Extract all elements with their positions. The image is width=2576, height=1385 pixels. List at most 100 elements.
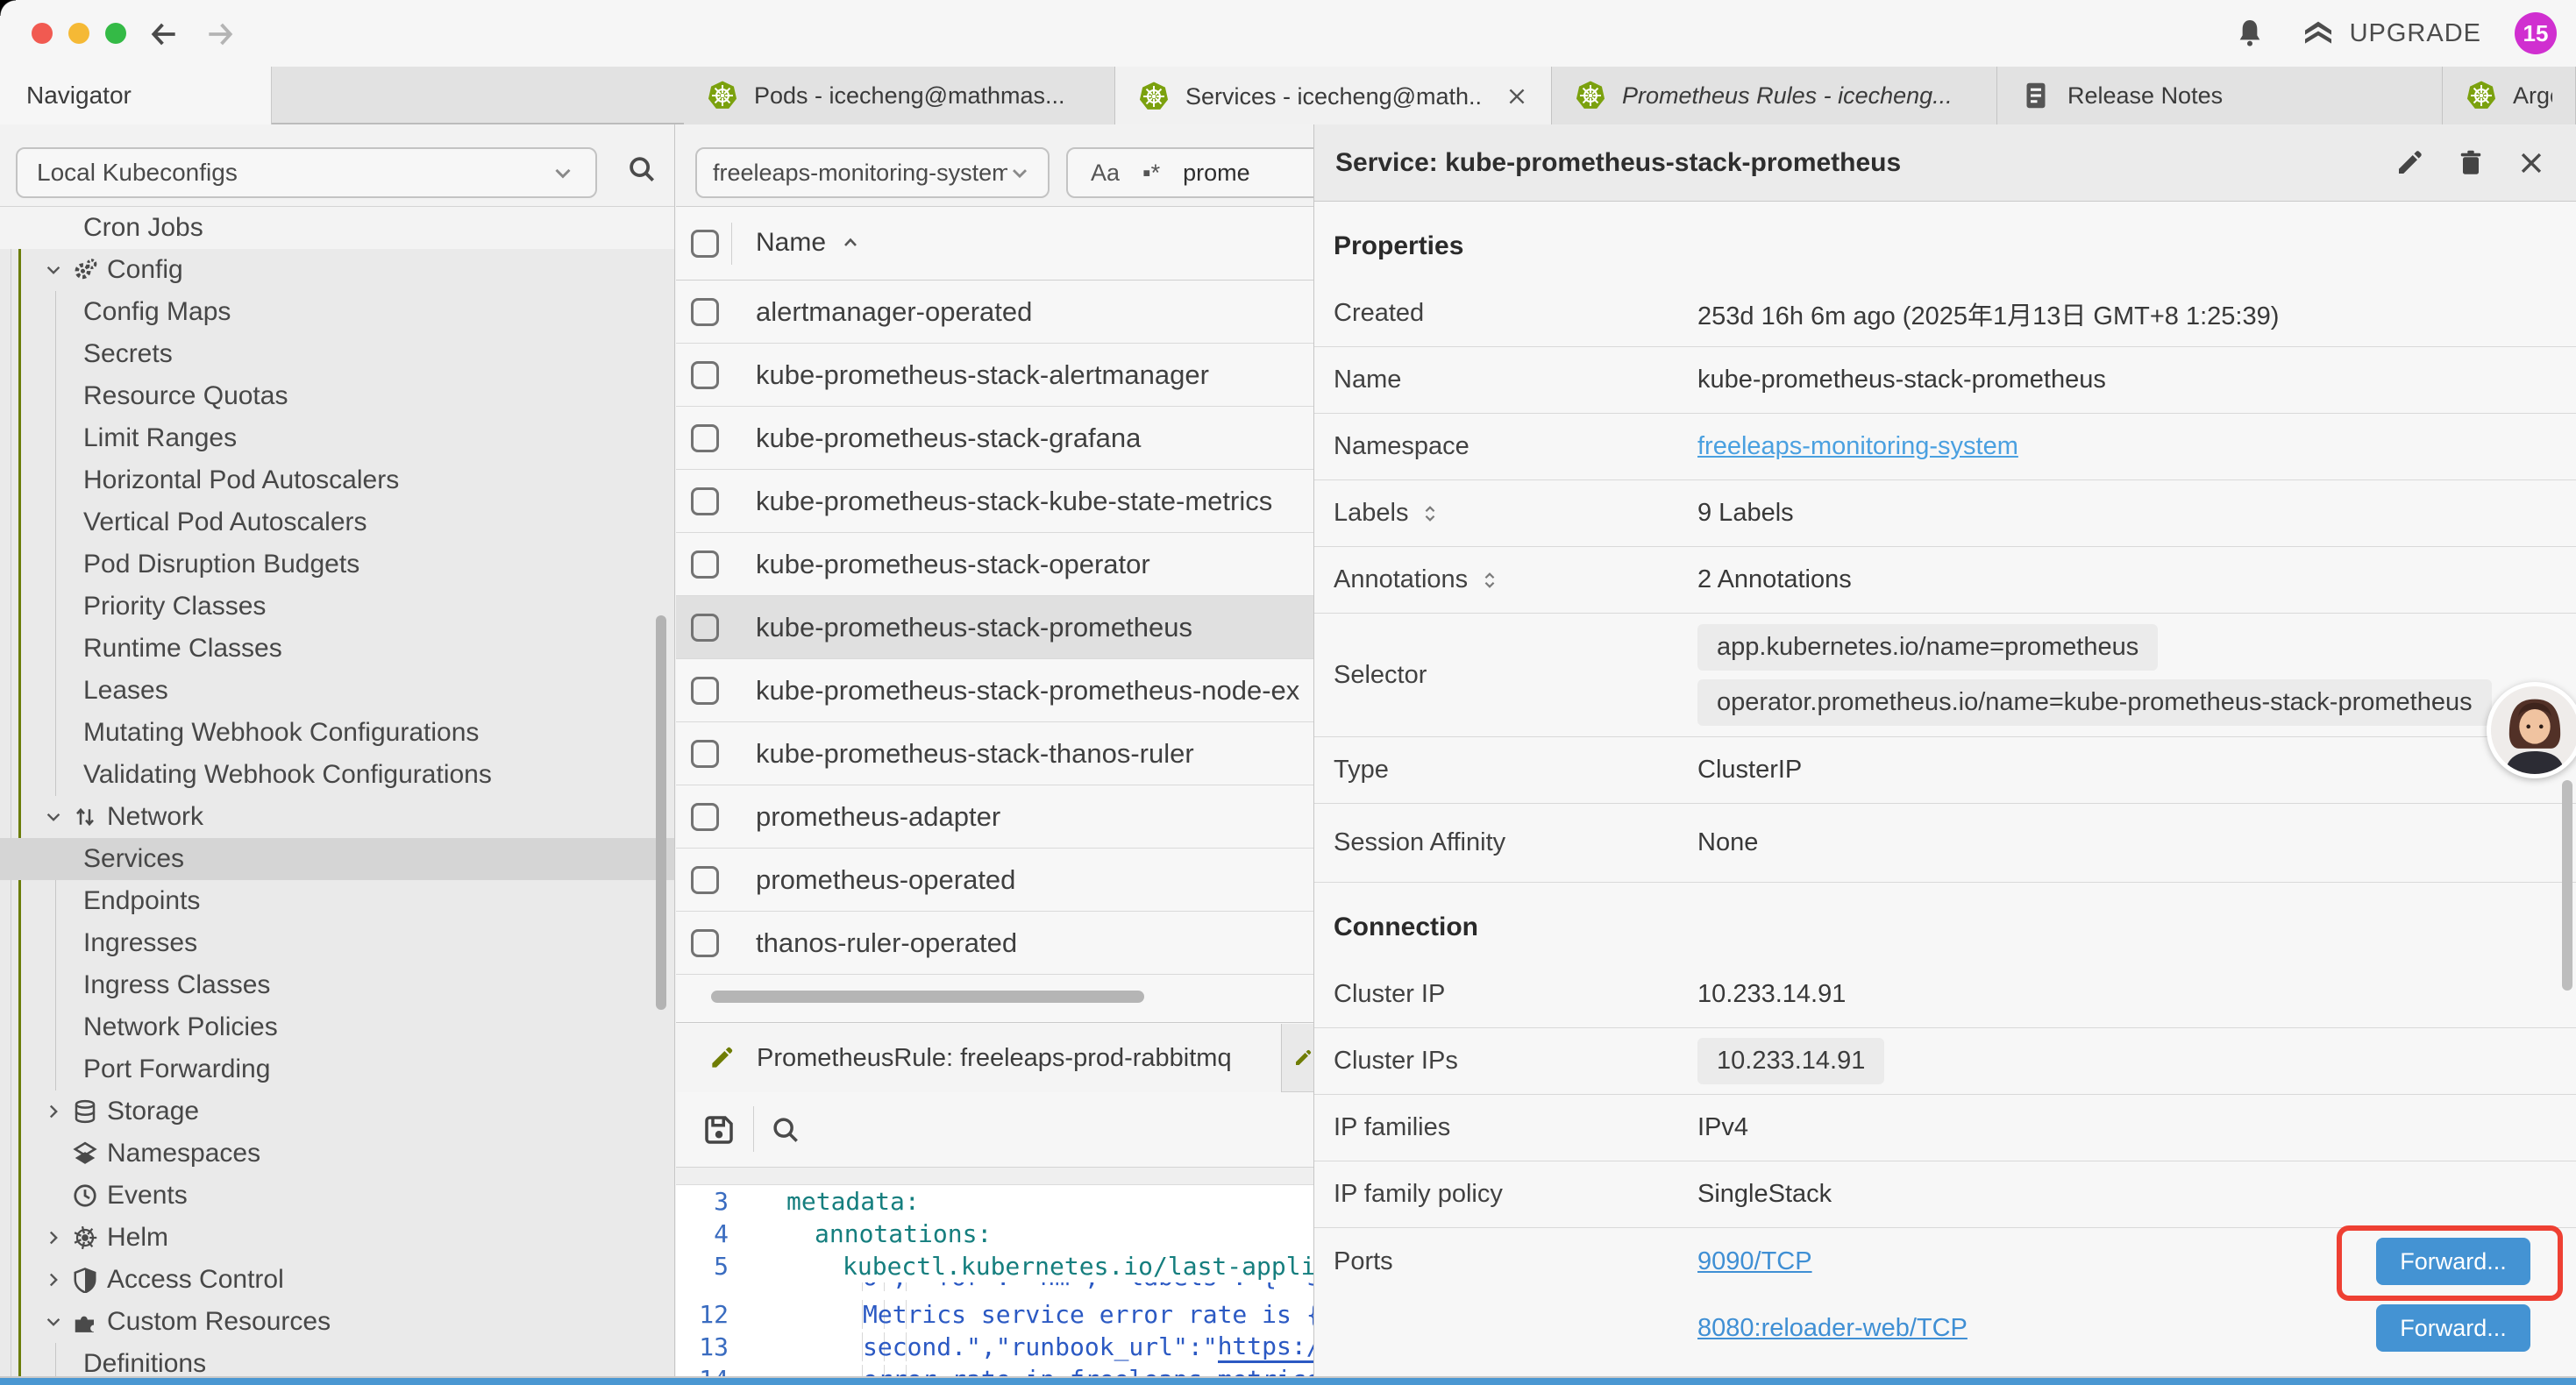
sidebar-item-resource-quotas[interactable]: Resource Quotas [0, 375, 674, 417]
chevron-right-icon[interactable] [44, 1228, 63, 1247]
kubeconfig-select[interactable]: Local Kubeconfigs [16, 147, 597, 198]
sidebar-search-icon[interactable] [625, 153, 658, 186]
editor-tab-next[interactable] [1282, 1024, 1313, 1091]
sidebar-item-config-maps[interactable]: Config Maps [0, 291, 674, 333]
table-row[interactable]: kube-prometheus-stack-kube-state-metrics [676, 470, 1313, 533]
sidebar-item-cron-jobs[interactable]: Cron Jobs [0, 207, 674, 249]
table-row[interactable]: kube-prometheus-stack-thanos-ruler [676, 722, 1313, 785]
tab-close-icon[interactable] [1505, 85, 1528, 108]
row-checkbox[interactable] [691, 424, 719, 452]
chevron-right-icon[interactable] [44, 1270, 63, 1289]
tab-pods-icecheng-mathmas[interactable]: Pods - icecheng@mathmas... [684, 67, 1115, 124]
yaml-editor[interactable]: 3metadata:4annotations:5kubectl.kubernet… [676, 1185, 1313, 1378]
table-row[interactable]: kube-prometheus-stack-grafana [676, 407, 1313, 470]
sidebar-item-network-policies[interactable]: Network Policies [0, 1006, 674, 1048]
sidebar-item-services[interactable]: Services [0, 838, 674, 880]
service-filter-input[interactable]: Aa ▪* prome [1066, 147, 1329, 198]
close-window-button[interactable] [32, 23, 53, 44]
sidebar-item-endpoints[interactable]: Endpoints [0, 880, 674, 922]
sidebar-item-pod-disruption-budgets[interactable]: Pod Disruption Budgets [0, 543, 674, 586]
save-icon[interactable] [701, 1112, 737, 1148]
row-checkbox[interactable] [691, 614, 719, 642]
table-row[interactable]: prometheus-adapter [676, 785, 1313, 849]
edit-pencil-icon[interactable] [2394, 147, 2425, 179]
tab-services-icecheng-math[interactable]: Services - icecheng@math... [1115, 67, 1552, 126]
sidebar-item-validating-webhook-configurations[interactable]: Validating Webhook Configurations [0, 754, 674, 796]
property-label: Created [1334, 299, 1697, 328]
chevron-down-icon[interactable] [44, 1312, 63, 1332]
match-case-toggle[interactable]: Aa [1091, 160, 1120, 187]
row-checkbox[interactable] [691, 866, 719, 894]
port-link[interactable]: 9090/TCP [1697, 1247, 1812, 1276]
namespace-link[interactable]: freeleaps-monitoring-system [1697, 432, 2018, 461]
table-row[interactable]: thanos-ruler-operated [676, 912, 1313, 975]
select-all-checkbox[interactable] [691, 230, 719, 258]
row-checkbox[interactable] [691, 803, 719, 831]
details-scrollbar[interactable] [2562, 780, 2572, 991]
editor-search-icon[interactable] [769, 1113, 802, 1147]
sidebar-item-secrets[interactable]: Secrets [0, 333, 674, 375]
sidebar-scrollbar[interactable] [656, 615, 666, 1010]
sidebar-item-access-control[interactable]: Access Control [0, 1259, 674, 1301]
notifications-bell-icon[interactable] [2232, 16, 2267, 51]
sidebar-item-runtime-classes[interactable]: Runtime Classes [0, 628, 674, 670]
sidebar-item-custom-resources[interactable]: Custom Resources [0, 1301, 674, 1343]
tab-prometheus-rules-icecheng[interactable]: Prometheus Rules - icecheng... [1552, 67, 1997, 124]
row-checkbox[interactable] [691, 298, 719, 326]
delete-trash-icon[interactable] [2455, 147, 2487, 179]
namespace-select[interactable]: freeleaps-monitoring-system [695, 147, 1050, 198]
close-icon[interactable] [2516, 148, 2546, 178]
sidebar-item-namespaces[interactable]: Namespaces [0, 1133, 674, 1175]
tab-navigator[interactable]: Navigator [0, 67, 272, 124]
forward-button[interactable]: Forward... [2376, 1304, 2530, 1352]
column-name-header[interactable]: Name [756, 228, 861, 258]
zoom-window-button[interactable] [105, 23, 126, 44]
expand-collapse-icon[interactable] [1480, 571, 1499, 590]
row-checkbox[interactable] [691, 361, 719, 389]
back-icon[interactable] [147, 18, 181, 51]
chevron-right-icon[interactable] [44, 1102, 63, 1121]
table-row[interactable]: kube-prometheus-stack-prometheus-node-ex… [676, 659, 1313, 722]
tab-argo-se[interactable]: Argo Se [2443, 67, 2576, 124]
forward-icon[interactable] [203, 18, 237, 51]
row-checkbox[interactable] [691, 550, 719, 579]
editor-tab-prometheusrule[interactable]: PrometheusRule: freeleaps-prod-rabbitmq [676, 1024, 1282, 1092]
row-checkbox[interactable] [691, 487, 719, 515]
upgrade-button[interactable]: UPGRADE [2301, 16, 2481, 51]
sidebar-item-priority-classes[interactable]: Priority Classes [0, 586, 674, 628]
sidebar-item-horizontal-pod-autoscalers[interactable]: Horizontal Pod Autoscalers [0, 459, 674, 501]
sidebar-item-helm[interactable]: Helm [0, 1217, 674, 1259]
sidebar-item-ingress-classes[interactable]: Ingress Classes [0, 964, 674, 1006]
sidebar-item-label: Pod Disruption Budgets [83, 550, 359, 579]
chevron-down-icon[interactable] [44, 807, 63, 827]
sidebar-item-vertical-pod-autoscalers[interactable]: Vertical Pod Autoscalers [0, 501, 674, 543]
code-link[interactable]: https://net [1218, 1332, 1313, 1363]
row-checkbox[interactable] [691, 740, 719, 768]
table-row[interactable]: alertmanager-operated [676, 281, 1313, 344]
minimize-window-button[interactable] [68, 23, 89, 44]
sidebar-item-network[interactable]: Network [0, 796, 674, 838]
sidebar-item-storage[interactable]: Storage [0, 1090, 674, 1133]
table-row[interactable]: kube-prometheus-stack-operator [676, 533, 1313, 596]
sidebar-item-events[interactable]: Events [0, 1175, 674, 1217]
sidebar-item-config[interactable]: Config [0, 249, 674, 291]
port-link[interactable]: 8080:reloader-web/TCP [1697, 1314, 1968, 1343]
sidebar-item-leases[interactable]: Leases [0, 670, 674, 712]
row-checkbox[interactable] [691, 677, 719, 705]
table-row[interactable]: prometheus-operated [676, 849, 1313, 912]
table-row[interactable]: kube-prometheus-stack-alertmanager [676, 344, 1313, 407]
row-checkbox[interactable] [691, 929, 719, 957]
sidebar-item-mutating-webhook-configurations[interactable]: Mutating Webhook Configurations [0, 712, 674, 754]
sidebar-item-ingresses[interactable]: Ingresses [0, 922, 674, 964]
avatar[interactable] [2487, 682, 2576, 778]
chevron-down-icon[interactable] [44, 260, 63, 280]
expand-collapse-icon[interactable] [1420, 504, 1440, 523]
table-row[interactable]: kube-prometheus-stack-prometheus [676, 596, 1313, 659]
notification-count-badge[interactable]: 15 [2515, 12, 2557, 54]
regex-toggle[interactable]: ▪* [1142, 160, 1160, 187]
sidebar-item-definitions[interactable]: Definitions [0, 1343, 674, 1378]
tab-release-notes[interactable]: Release Notes [1997, 67, 2443, 124]
table-horizontal-scrollbar[interactable] [711, 991, 1144, 1003]
sidebar-item-limit-ranges[interactable]: Limit Ranges [0, 417, 674, 459]
sidebar-item-port-forwarding[interactable]: Port Forwarding [0, 1048, 674, 1090]
